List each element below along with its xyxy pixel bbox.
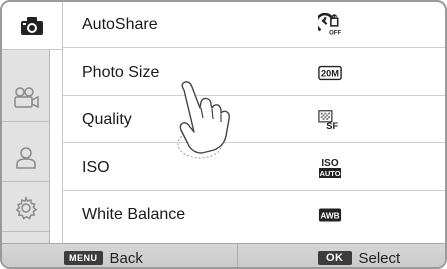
svg-text:AUTO: AUTO [319, 169, 340, 178]
camera-settings-screen: AutoShare OFF Photo Size 20M Quality SF … [0, 0, 447, 269]
svg-text:AWB: AWB [320, 211, 339, 221]
menu-item-quality[interactable]: Quality SF [63, 97, 445, 143]
menu-key-badge: MENU [64, 251, 103, 265]
autoshare-off-icon: OFF [318, 12, 342, 36]
menu-item-photo-size[interactable]: Photo Size 20M [63, 50, 445, 96]
mode-tab-strip [2, 2, 62, 243]
gear-icon [14, 195, 38, 220]
quality-superfine-icon: SF [318, 109, 342, 131]
video-camera-icon [13, 86, 39, 109]
camera-icon [20, 16, 44, 36]
svg-text:SF: SF [326, 121, 338, 131]
person-icon [15, 146, 37, 170]
photo-size-icon: 20M [318, 62, 342, 84]
back-label: Back [109, 249, 143, 267]
menu-item-label: ISO [82, 158, 110, 176]
menu-item-label: AutoShare [82, 15, 158, 33]
tab-photo[interactable] [2, 2, 62, 50]
ok-key-badge: OK [318, 251, 352, 265]
svg-text:OFF: OFF [329, 30, 341, 36]
menu-item-iso[interactable]: ISO ISO AUTO [63, 145, 445, 191]
select-button[interactable]: OK Select [238, 244, 445, 267]
select-label: Select [358, 249, 401, 267]
tab-settings[interactable] [2, 184, 50, 232]
tab-person[interactable] [2, 134, 50, 182]
svg-text:20M: 20M [321, 68, 339, 78]
menu-item-label: Photo Size [82, 63, 160, 81]
back-button[interactable]: MENU Back [2, 244, 238, 267]
menu-item-autoshare[interactable]: AutoShare OFF [63, 2, 445, 48]
menu-item-label: Quality [82, 110, 132, 128]
iso-auto-icon: ISO AUTO [318, 157, 342, 179]
touch-hand-icon [170, 78, 232, 164]
menu-item-label: White Balance [82, 206, 186, 223]
menu-item-white-balance[interactable]: White Balance AWB [63, 192, 445, 238]
bottom-action-bar: MENU Back OK Select [2, 243, 445, 267]
settings-menu-list: AutoShare OFF Photo Size 20M Quality SF … [62, 2, 445, 243]
svg-text:ISO: ISO [321, 158, 338, 169]
tab-video[interactable] [2, 74, 50, 122]
white-balance-auto-icon: AWB [318, 204, 342, 226]
